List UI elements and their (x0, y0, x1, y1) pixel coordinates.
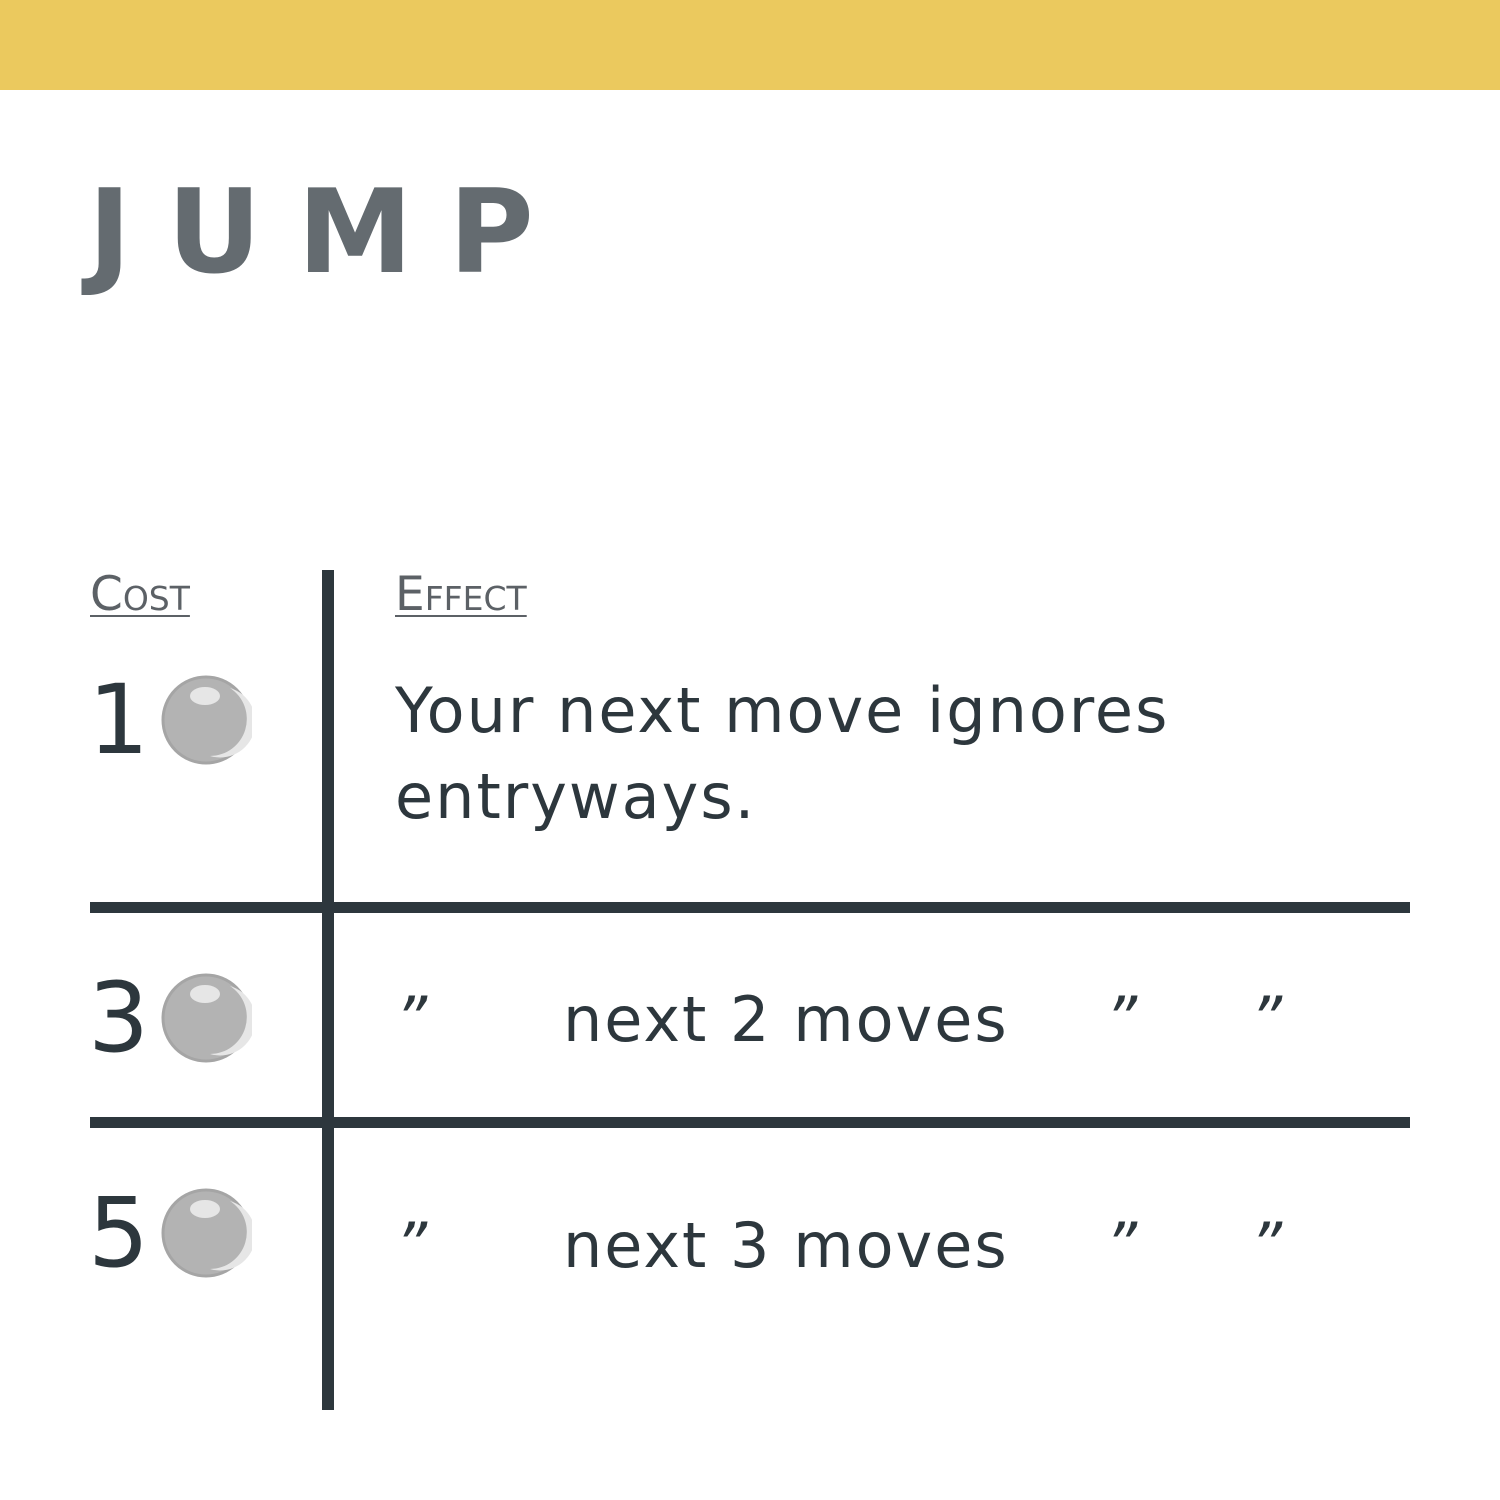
effect-text: Your next move ignores entryways. (395, 674, 1170, 833)
row-divider (90, 1117, 1410, 1128)
effect-text: next 3 moves (563, 1209, 1009, 1282)
effect-text: next 2 moves (563, 983, 1009, 1056)
cost-cell: 3 (88, 963, 252, 1073)
ditto-mark: ” (1105, 983, 1138, 1056)
cost-value: 1 (88, 664, 150, 776)
cost-column-header: Cost (90, 567, 190, 622)
orb-icon (160, 674, 252, 766)
ditto-mark: ” (1105, 1209, 1138, 1282)
card-title: JUMP (88, 165, 570, 300)
cost-value: 3 (88, 962, 150, 1074)
effect-column-header: Effect (395, 567, 527, 622)
ditto-mark: ” (1250, 983, 1283, 1056)
cost-value: 5 (88, 1177, 150, 1289)
effect-row: ” next 2 moves ” ” (395, 975, 1395, 1065)
column-divider (322, 570, 334, 1410)
orb-icon (160, 972, 252, 1064)
cost-cell: 1 (88, 665, 252, 775)
ditto-mark: ” (395, 1209, 428, 1282)
orb-icon (160, 1187, 252, 1279)
cost-cell: 5 (88, 1178, 252, 1288)
ditto-mark: ” (395, 983, 428, 1056)
top-color-bar (0, 0, 1500, 90)
row-divider (90, 902, 1410, 913)
effect-row: ” next 3 moves ” ” (395, 1201, 1395, 1291)
ditto-mark: ” (1250, 1209, 1283, 1282)
